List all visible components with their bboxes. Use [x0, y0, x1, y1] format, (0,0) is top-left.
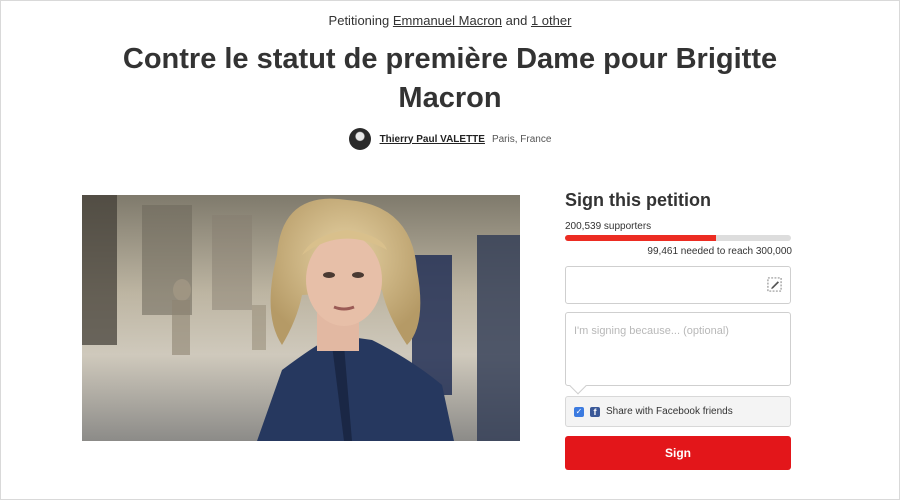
sign-button[interactable]: Sign — [565, 436, 791, 470]
supporters-progress-bar — [565, 235, 791, 241]
others-link[interactable]: 1 other — [531, 13, 571, 28]
target-link[interactable]: Emmanuel Macron — [393, 13, 502, 28]
facebook-share-row[interactable]: ✓ f Share with Facebook friends — [565, 396, 791, 427]
petitioning-prefix: Petitioning — [328, 13, 390, 28]
reason-placeholder: I'm signing because... (optional) — [574, 325, 729, 337]
author-row: Thierry Paul VALETTE Paris, France — [0, 128, 900, 150]
supporters-count: 200,539 supporters — [565, 221, 652, 232]
supporters-progress-fill — [565, 235, 716, 241]
signature-input[interactable] — [565, 266, 791, 304]
facebook-share-label: Share with Facebook friends — [606, 406, 733, 417]
facebook-icon: f — [590, 406, 600, 417]
pen-signature-icon — [767, 277, 782, 292]
sign-panel: Sign this petition 200,539 supporters 99… — [565, 190, 792, 470]
checkmark-icon[interactable]: ✓ — [574, 406, 584, 417]
author-location: Paris, France — [491, 133, 552, 145]
petition-photo-illustration — [82, 195, 520, 441]
textarea-tail — [569, 377, 587, 395]
sign-heading: Sign this petition — [565, 190, 711, 210]
author-name-link[interactable]: Thierry Paul VALETTE — [380, 134, 485, 145]
avatar[interactable] — [348, 128, 371, 150]
petitioning-conjunction: and — [505, 13, 528, 28]
petition-photo — [82, 195, 520, 441]
petitioning-line: Petitioning Emmanuel Macron and 1 other — [0, 13, 900, 28]
signatures-needed: 99,461 needed to reach 300,000 — [647, 246, 792, 257]
reason-textarea[interactable]: I'm signing because... (optional) — [565, 312, 791, 395]
petition-title: Contre le statut de première Dame pour B… — [122, 43, 778, 114]
